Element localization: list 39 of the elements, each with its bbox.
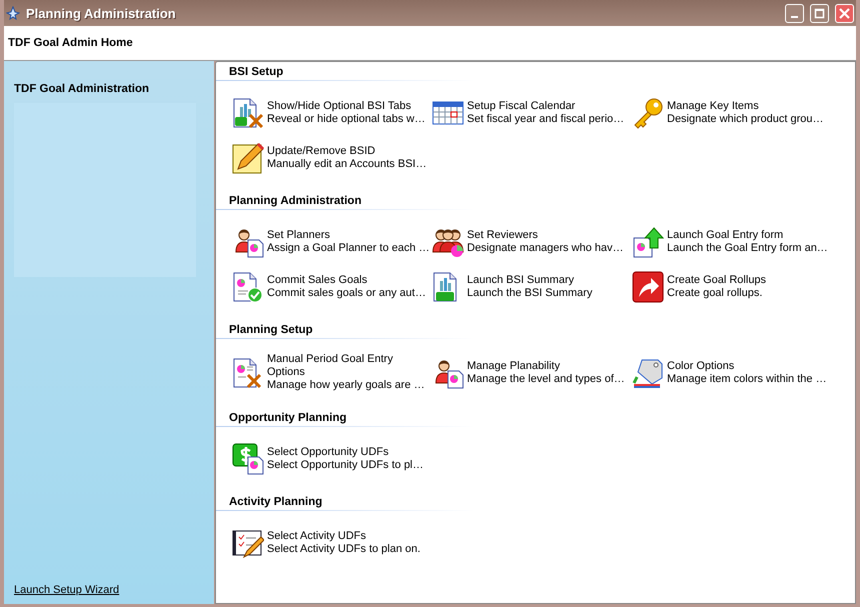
page-title: TDF Goal Admin Home	[8, 37, 133, 49]
admin-task-link[interactable]: Update/Remove BSID Manually edit an Accounts BSI…	[232, 140, 432, 175]
key-icon	[632, 96, 664, 128]
admin-task-link[interactable]: Manage Key Items Designate which product grou…	[632, 95, 832, 130]
window-title: Planning Administration	[26, 6, 177, 20]
admin-task-link[interactable]: Select Activity UDFs Select Activity UDFs to plan on.	[232, 525, 432, 560]
close-button[interactable]	[835, 4, 854, 22]
section-title: BSI Setup	[228, 66, 284, 80]
maximize-button[interactable]	[810, 4, 829, 22]
chart-document-tools-icon	[232, 96, 264, 128]
minimize-icon	[791, 16, 798, 18]
close-icon	[839, 8, 850, 18]
admin-task-link[interactable]: Commit Sales Goals Commit sales goals or any aut…	[232, 269, 432, 304]
sidebar-title: TDF Goal Administration	[14, 83, 150, 95]
admin-task-link[interactable]: Launch BSI Summary Launch the BSI Summary	[432, 269, 632, 304]
dollar-document-icon	[232, 442, 264, 474]
admin-task-link[interactable]: Show/Hide Optional BSI Tabs Reveal or hide optional tabs w…	[232, 95, 432, 130]
minimize-button[interactable]	[785, 4, 804, 22]
admin-task-link[interactable]: Set Reviewers Designate managers who hav…	[432, 224, 632, 259]
document-tools-icon	[232, 356, 264, 388]
admin-task-link[interactable]: Launch Goal Entry form Launch the Goal Entry form an…	[632, 224, 832, 259]
section-title: Planning Administration	[228, 195, 362, 209]
admin-task-link[interactable]: Manual Period Goal Entry Options Manage how yearly goals are …	[232, 353, 432, 392]
admin-task-link[interactable]: Color Options Manage item colors within the …	[632, 353, 832, 392]
pencil-note-icon	[232, 142, 264, 174]
admin-task-link[interactable]: Create Goal Rollups Create goal rollups.	[632, 269, 832, 304]
admin-task-link[interactable]: Manage Planability Manage the level and types of…	[432, 353, 632, 392]
admin-task-link[interactable]: Set Planners Assign a Goal Planner to each …	[232, 224, 432, 259]
color-tag-icon	[632, 356, 664, 388]
setup-wizard-link[interactable]: Launch Setup Wizard	[14, 584, 120, 596]
section-title: Planning Setup	[228, 324, 314, 338]
admin-task-link[interactable]: Setup Fiscal Calendar Set fiscal year and fiscal perio…	[432, 95, 632, 130]
admin-task-link[interactable]: Select Opportunity UDFs Select Opportunity UDFs to pl…	[232, 441, 432, 476]
app-icon	[6, 6, 20, 20]
document-up-arrow-icon	[632, 226, 664, 258]
document-checkmark-icon	[232, 270, 264, 302]
section-title: Activity Planning	[228, 496, 324, 510]
section-title: Opportunity Planning	[228, 412, 348, 426]
maximize-icon	[814, 8, 825, 18]
